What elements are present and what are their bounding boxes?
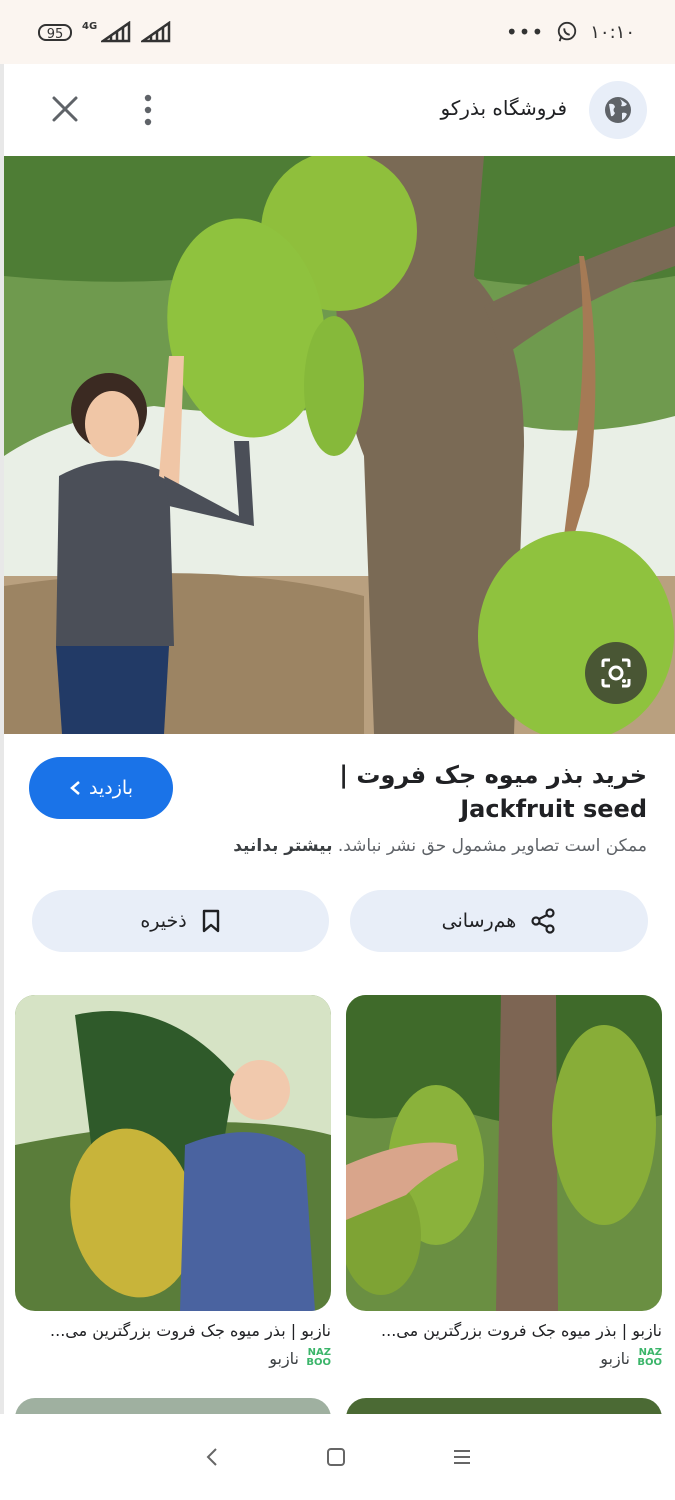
result-title[interactable]: خرید بذر میوه جک فروت | Jackfruit seed — [237, 758, 647, 826]
nazboo-logo-icon: NAZ BOO — [306, 1347, 331, 1368]
related-thumbnail[interactable] — [15, 995, 331, 1311]
chevron-left-icon — [70, 781, 80, 795]
close-icon[interactable] — [50, 94, 80, 124]
jackfruit-tree-photo — [4, 156, 675, 734]
related-thumbnail[interactable] — [346, 995, 662, 1311]
viewer-header: فروشگاه بذرکو — [4, 64, 675, 156]
related-source: NAZ BOO نازبو — [15, 1348, 331, 1368]
home-icon[interactable] — [325, 1446, 347, 1468]
lens-icon — [601, 658, 631, 688]
clock: ۱۰:۱۰ — [590, 21, 635, 43]
back-icon[interactable] — [202, 1446, 222, 1468]
related-source: NAZ BOO نازبو — [346, 1348, 662, 1368]
main-image[interactable] — [4, 156, 675, 734]
globe-icon — [589, 81, 647, 139]
related-caption[interactable]: نازبو | بذر میوه جک فروت بزرگترین می... — [15, 1321, 331, 1340]
share-icon — [531, 908, 555, 934]
visit-label: بازدید — [89, 777, 133, 799]
signal-icon — [101, 21, 131, 43]
status-icons-right: ••• ۱۰:۱۰ — [506, 20, 635, 44]
related-card[interactable]: نازبو | بذر میوه جک فروت بزرگترین می... … — [15, 995, 331, 1368]
network-type: 4G — [82, 20, 98, 32]
visit-button[interactable]: بازدید — [29, 757, 173, 819]
recents-icon[interactable] — [451, 1446, 473, 1468]
whatsapp-icon — [558, 21, 577, 42]
source-name: نازبو — [269, 1348, 299, 1368]
related-caption[interactable]: نازبو | بذر میوه جک فروت بزرگترین می... — [346, 1321, 662, 1340]
save-label: ذخیره — [140, 910, 187, 932]
nazboo-logo-icon: NAZ BOO — [637, 1347, 662, 1368]
share-button[interactable]: هم‌رسانی — [350, 890, 648, 952]
save-button[interactable]: ذخیره — [32, 890, 329, 952]
battery-indicator: 95 — [38, 23, 72, 42]
status-bar: 95 4G ••• ۱۰:۱۰ — [0, 0, 675, 64]
lens-search-button[interactable] — [585, 642, 647, 704]
source-name: نازبو — [600, 1348, 630, 1368]
share-label: هم‌رسانی — [441, 910, 517, 932]
copyright-notice: ممکن است تصاویر مشمول حق نشر نباشد. بیشت… — [233, 836, 647, 856]
more-notifications: ••• — [505, 20, 545, 44]
site-name[interactable]: فروشگاه بذرکو — [440, 96, 567, 120]
bookmark-icon — [202, 909, 219, 933]
status-icons-left: 95 4G — [38, 21, 171, 43]
more-vert-icon[interactable] — [144, 94, 152, 126]
system-nav-bar — [0, 1414, 675, 1500]
copyright-text: ممکن است تصاویر مشمول حق نشر نباشد. — [337, 836, 647, 856]
signal-icon-2 — [141, 21, 171, 43]
related-card[interactable]: نازبو | بذر میوه جک فروت بزرگترین می... … — [346, 995, 662, 1368]
learn-more-link[interactable]: بیشتر بدانید — [233, 836, 332, 856]
